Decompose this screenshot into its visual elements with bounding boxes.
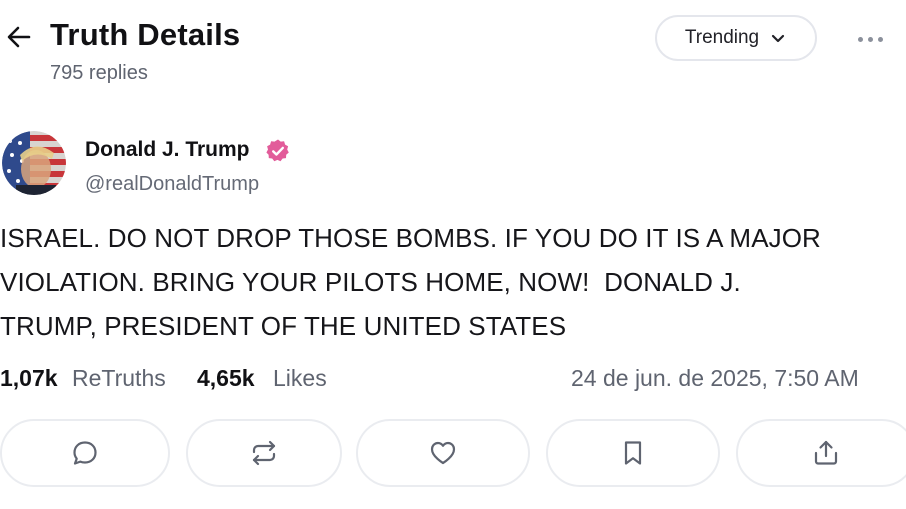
ellipsis-icon	[857, 36, 883, 42]
likes-label[interactable]: Likes	[273, 365, 327, 392]
retruth-icon	[249, 438, 279, 468]
likes-count[interactable]: 4,65k	[197, 365, 255, 392]
sort-dropdown-label: Trending	[684, 27, 760, 48]
retruths-label[interactable]: ReTruths	[72, 365, 166, 392]
share-button[interactable]	[736, 419, 906, 487]
reply-icon	[70, 438, 100, 468]
post-text: ISRAEL. DO NOT DROP THOSE BOMBS. IF YOU …	[0, 223, 821, 341]
replies-count: 795 replies	[50, 62, 148, 84]
like-button[interactable]	[356, 419, 530, 487]
author-name[interactable]: Donald J. Trump	[85, 138, 250, 162]
bookmark-button[interactable]	[546, 419, 720, 487]
post-timestamp: 24 de jun. de 2025, 7:50 AM	[571, 365, 859, 391]
page-title: Truth Details	[50, 17, 241, 52]
back-button[interactable]	[4, 22, 34, 52]
avatar[interactable]	[2, 131, 66, 195]
author-handle[interactable]: @realDonaldTrump	[85, 173, 259, 196]
more-options-button[interactable]	[850, 25, 890, 53]
verified-badge-icon	[265, 138, 291, 164]
bookmark-icon	[618, 438, 648, 468]
chevron-down-icon	[769, 29, 787, 47]
reply-button[interactable]	[0, 419, 170, 487]
share-icon	[811, 438, 841, 468]
like-icon	[428, 438, 458, 468]
sort-dropdown[interactable]: Trending	[655, 15, 817, 61]
retruths-count[interactable]: 1,07k	[0, 365, 58, 392]
retruth-button[interactable]	[186, 419, 342, 487]
arrow-left-icon	[4, 22, 34, 52]
